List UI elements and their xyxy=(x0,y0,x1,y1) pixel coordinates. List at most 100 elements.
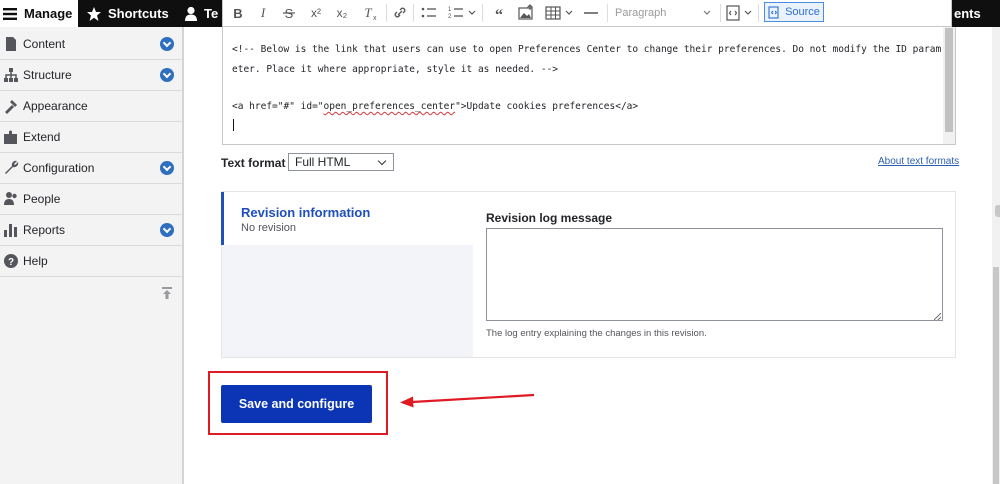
misspelled-word: open_preferences_center xyxy=(323,101,456,112)
revision-status: No revision xyxy=(241,222,297,234)
scrollbar-thumb[interactable] xyxy=(945,28,953,132)
code-line: eter. Place it where appropriate, style … xyxy=(232,64,559,75)
page-edge-handle xyxy=(995,205,1000,217)
pin-sidebar-icon[interactable] xyxy=(161,286,173,300)
chevron-down-icon[interactable] xyxy=(744,4,752,22)
toolbar-separator xyxy=(607,4,608,22)
editor-scrollbar[interactable] xyxy=(943,26,955,144)
sidebar-item-label: Reports xyxy=(23,223,66,237)
sidebar-item-appearance[interactable]: Appearance xyxy=(0,91,182,122)
sidebar-item-extend[interactable]: Extend xyxy=(0,122,182,153)
sidebar-item-label: People xyxy=(23,192,61,206)
toolbar-right-item[interactable]: ents xyxy=(954,0,981,27)
revision-tabs-background xyxy=(222,245,473,357)
manage-label: Manage xyxy=(24,6,73,21)
italic-button[interactable]: I xyxy=(256,4,270,22)
insert-image-icon[interactable] xyxy=(517,4,535,22)
svg-text:T: T xyxy=(364,5,372,20)
subscript-button[interactable]: x₂ xyxy=(333,4,351,22)
sidebar-item-label: Structure xyxy=(23,68,72,82)
chevron-down-icon xyxy=(377,156,387,166)
star-icon xyxy=(87,6,101,21)
strikethrough-icon[interactable]: S xyxy=(281,4,297,22)
sidebar-item-help[interactable]: ? Help xyxy=(0,246,182,277)
shortcuts-tab[interactable]: Shortcuts xyxy=(86,0,169,27)
blockquote-icon[interactable]: “ xyxy=(491,4,507,22)
numbered-list-icon[interactable]: 12 xyxy=(447,4,465,22)
source-button[interactable]: Source xyxy=(764,2,824,22)
revision-log-help: The log entry explaining the changes in … xyxy=(486,328,707,339)
revision-log-textarea[interactable] xyxy=(486,228,943,321)
superscript-button[interactable]: x² xyxy=(307,4,325,22)
page-scrollbar[interactable] xyxy=(992,27,1000,484)
svg-text:1: 1 xyxy=(448,7,452,13)
code-line: <!-- Below is the link that users can us… xyxy=(232,44,947,55)
sidebar-item-label: Configuration xyxy=(23,161,95,175)
sidebar-item-configuration[interactable]: Configuration xyxy=(0,153,182,184)
sidebar-item-label: Extend xyxy=(23,130,61,144)
svg-text:2: 2 xyxy=(448,14,452,20)
about-text-formats-link[interactable]: About text formats xyxy=(878,156,959,167)
content-icon xyxy=(6,37,16,51)
code-block-icon[interactable] xyxy=(725,4,741,22)
appearance-icon xyxy=(5,100,17,114)
chevron-down-icon xyxy=(703,10,711,15)
svg-text:?: ? xyxy=(8,257,14,268)
chevron-down-icon[interactable] xyxy=(468,4,476,22)
chevron-down-icon[interactable] xyxy=(160,223,174,237)
toolbar-separator xyxy=(482,4,483,22)
chevron-down-icon[interactable] xyxy=(160,68,174,82)
people-icon xyxy=(4,192,17,205)
sidebar-item-content[interactable]: Content xyxy=(0,29,182,60)
user-label: Te xyxy=(204,6,219,21)
sidebar-item-structure[interactable]: Structure xyxy=(0,60,182,91)
chevron-down-icon[interactable] xyxy=(160,161,174,175)
toolbar-separator xyxy=(386,4,387,22)
text-format-label: Text format xyxy=(221,156,286,170)
text-format-select[interactable]: Full HTML xyxy=(288,153,394,171)
toolbar-right-label: ents xyxy=(954,6,981,21)
toolbar-separator xyxy=(413,4,414,22)
extend-icon xyxy=(4,130,17,144)
table-icon[interactable] xyxy=(545,4,561,22)
source-editor[interactable]: <!-- Below is the link that users can us… xyxy=(222,26,956,145)
source-label: Source xyxy=(785,6,820,18)
admin-sidebar: Content Structure Appearance Extend Conf… xyxy=(0,27,184,484)
revision-log-label: Revision log message xyxy=(486,211,613,225)
user-icon xyxy=(185,6,197,21)
reports-icon xyxy=(4,224,17,237)
user-tab[interactable]: Te xyxy=(184,0,218,27)
block-format-value: Paragraph xyxy=(615,7,667,19)
save-and-configure-button[interactable]: Save and configure xyxy=(221,385,372,423)
resize-handle-icon[interactable] xyxy=(934,313,941,320)
svg-text:x: x xyxy=(373,15,377,22)
sidebar-item-reports[interactable]: Reports xyxy=(0,215,182,246)
scrollbar-thumb[interactable] xyxy=(993,267,999,484)
source-icon xyxy=(768,5,779,19)
chevron-down-icon[interactable] xyxy=(565,4,573,22)
help-icon: ? xyxy=(4,254,18,268)
bulleted-list-icon[interactable] xyxy=(420,4,438,22)
sidebar-item-label: Appearance xyxy=(23,99,88,113)
sidebar-item-people[interactable]: People xyxy=(0,184,182,215)
revision-title: Revision information xyxy=(241,205,371,220)
sidebar-item-label: Help xyxy=(23,254,48,268)
toolbar-separator xyxy=(758,4,759,22)
hamburger-icon xyxy=(3,7,17,20)
code-line: <a href="#" id="open_preferences_center"… xyxy=(232,101,639,112)
horizontal-line-icon[interactable] xyxy=(583,4,599,22)
text-caret xyxy=(233,119,234,131)
block-format-dropdown[interactable]: Paragraph xyxy=(615,3,715,23)
remove-format-icon[interactable]: Tx xyxy=(361,4,377,22)
text-format-value: Full HTML xyxy=(295,155,351,169)
link-icon[interactable] xyxy=(392,4,408,22)
bold-button[interactable]: B xyxy=(231,4,245,22)
manage-tab[interactable]: Manage xyxy=(0,0,78,27)
svg-text:“: “ xyxy=(495,7,503,22)
sidebar-item-label: Content xyxy=(23,37,66,51)
wrench-icon xyxy=(5,160,19,174)
shortcuts-label: Shortcuts xyxy=(108,6,169,21)
chevron-down-icon[interactable] xyxy=(160,37,174,51)
revision-information-tab[interactable]: Revision information No revision xyxy=(221,192,473,245)
structure-icon xyxy=(4,68,18,82)
